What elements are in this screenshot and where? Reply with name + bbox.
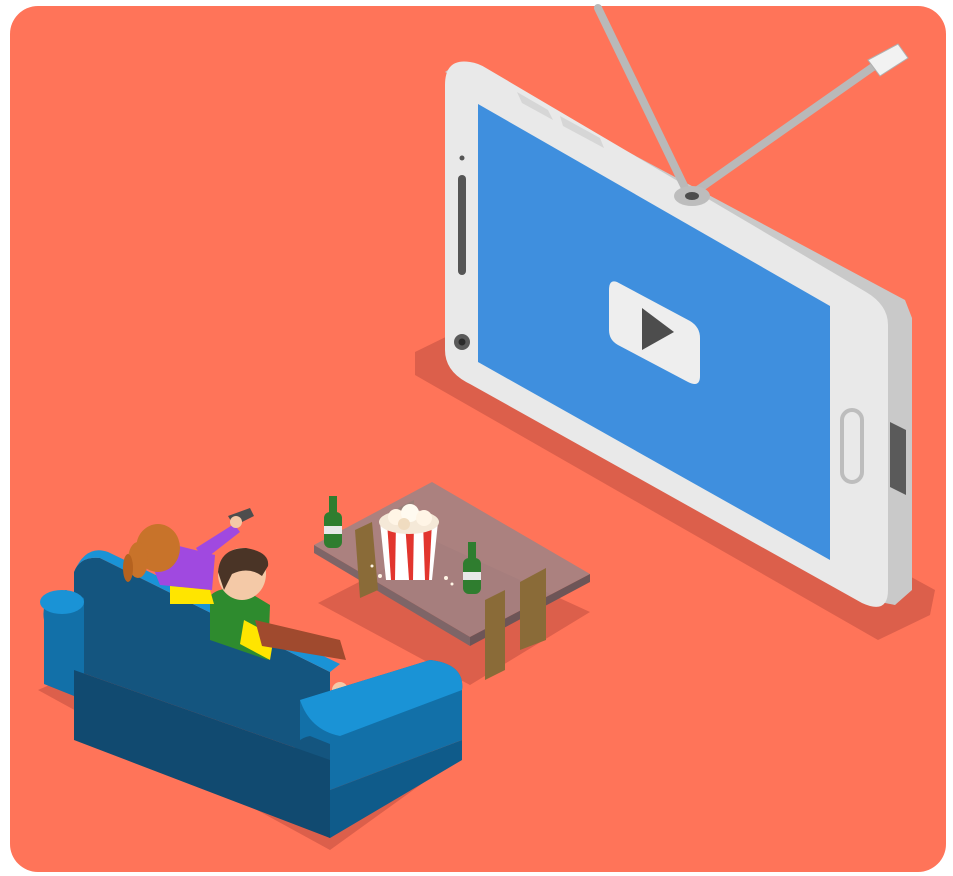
sensor-dot [459,155,465,161]
speaker-slot [458,175,466,275]
popcorn-crumb [450,582,454,586]
table-leg-front [485,590,505,680]
side-port [890,422,906,495]
illustration-canvas [0,0,953,876]
sofa-armrest-left-top [40,590,84,614]
popcorn-icon [379,504,439,580]
popcorn-crumb [370,564,374,568]
scene-svg [10,4,946,872]
table-leg-right [520,568,546,650]
popcorn-crumb [378,574,382,578]
camera-lens-inner [458,338,466,346]
popcorn-crumb [444,576,448,580]
